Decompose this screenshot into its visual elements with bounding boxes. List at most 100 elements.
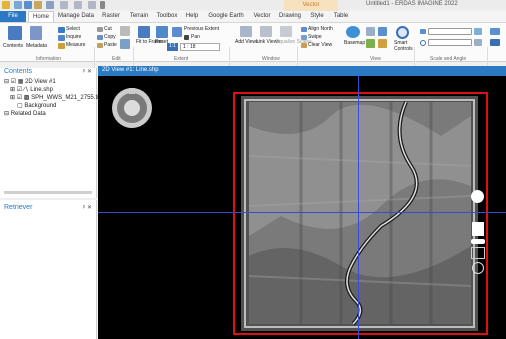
tab-drawing[interactable]: Drawing	[276, 11, 304, 22]
group-view: View	[370, 56, 381, 62]
pan-button[interactable]: Pan	[191, 34, 200, 41]
contents-panel-title: Contents	[4, 68, 33, 75]
tree-item-label: Related Data	[10, 111, 46, 117]
dropdown-icon[interactable]	[100, 1, 105, 9]
layer-icon[interactable]	[366, 39, 375, 48]
tab-style[interactable]: Style	[306, 11, 328, 22]
overflow-icon[interactable]	[490, 39, 500, 46]
crosshair-vertical	[358, 76, 359, 339]
group-extent: Extent	[174, 56, 189, 62]
contents-icon	[8, 26, 22, 40]
cut-icon	[97, 27, 103, 32]
contents-button[interactable]: Contents	[3, 43, 23, 50]
inquire-button[interactable]: Inquire	[66, 34, 81, 41]
grid-icon[interactable]	[378, 27, 387, 36]
tree-item-related-data[interactable]: ⊟ Related Data	[4, 110, 46, 117]
folder-icon[interactable]	[34, 1, 42, 9]
paste-button[interactable]: Paste	[104, 42, 117, 49]
cut-button[interactable]: Cut	[104, 26, 112, 33]
app-icon[interactable]	[2, 1, 10, 9]
zoom-icon[interactable]	[172, 27, 182, 37]
tool-icon[interactable]	[74, 1, 82, 9]
equalize-scales-icon	[280, 26, 292, 37]
tab-help[interactable]: Help	[182, 11, 202, 22]
tree-item-image-tif[interactable]: ⊞ ☑ ▩ SPH_WWS_M21_2755.tif	[10, 94, 100, 101]
select-icon	[58, 27, 65, 33]
rotate-icon	[420, 40, 426, 46]
horizontal-scrollbar[interactable]	[4, 191, 92, 194]
save-icon[interactable]	[24, 1, 32, 9]
tab-home[interactable]: Home	[28, 11, 54, 22]
tab-manage-data[interactable]: Manage Data	[56, 11, 96, 22]
contextual-tab-vector: Vector	[284, 0, 338, 11]
zoom-tool-icon[interactable]	[366, 27, 375, 36]
tree-item-line-shp[interactable]: ⊞ ☑ ∕∖ Line.shp	[10, 86, 53, 93]
zoom-bar	[471, 239, 485, 244]
angle-dropdown-icon[interactable]	[474, 39, 482, 46]
angle-slider[interactable]	[428, 39, 472, 46]
tree-item-label: 2D View #1	[25, 79, 56, 85]
crosshair-horizontal	[98, 212, 506, 213]
tab-table[interactable]: Table	[330, 11, 352, 22]
align-north-button[interactable]: Align North	[308, 26, 333, 33]
zoom-in-icon[interactable]	[471, 190, 484, 203]
align-north-icon	[301, 27, 307, 32]
cursor-icon[interactable]	[46, 1, 54, 9]
fit-to-frame-icon	[138, 26, 150, 38]
group-scale-angle: Scale and Angle	[430, 56, 467, 62]
scale-icon	[420, 29, 426, 34]
copy-button[interactable]: Copy	[104, 34, 116, 41]
navigation-wheel[interactable]	[112, 88, 152, 128]
tab-vector[interactable]: Vector	[250, 11, 274, 22]
zoom-ratio-button[interactable]: 1:1	[167, 43, 178, 51]
smart-controls-button[interactable]: Smart Controls	[394, 40, 413, 52]
tree-item-background[interactable]: ▢ Background	[17, 102, 56, 109]
swipe-button[interactable]: Swipe	[308, 34, 322, 41]
zoom-slider-thumb[interactable]	[472, 222, 484, 236]
group-edit: Edit	[112, 56, 121, 62]
basemap-button[interactable]: Basemap	[344, 40, 365, 47]
panel-pin-close-icon[interactable]: ᵖ ✕	[83, 68, 92, 75]
measure-button[interactable]: Measure	[66, 42, 85, 49]
view-tab[interactable]: 2D View #1: Line.shp	[98, 66, 506, 76]
measure-icon	[58, 43, 65, 49]
tab-google-earth[interactable]: Google Earth	[203, 11, 249, 22]
highlight-icon[interactable]	[378, 39, 387, 48]
scale-dropdown-icon[interactable]	[474, 28, 482, 35]
clear-view-button[interactable]: Clear View	[308, 42, 332, 49]
smart-controls-icon	[396, 26, 409, 39]
tree-item-2d-view[interactable]: ⊟ ☑ ▦ 2D View #1	[4, 78, 56, 85]
retriever-panel-title: Retriever	[4, 204, 33, 211]
scale-slider[interactable]	[428, 28, 472, 35]
tab-file[interactable]: File	[0, 11, 26, 22]
select-button[interactable]: Select	[66, 26, 80, 33]
tab-toolbox[interactable]: Toolbox	[153, 11, 181, 22]
metadata-button[interactable]: Metadata	[26, 43, 47, 50]
delete-icon[interactable]	[120, 26, 130, 36]
add-views-button[interactable]: Add Views	[235, 39, 259, 46]
edit-icon[interactable]	[120, 39, 130, 49]
nav-arrow-up-icon[interactable]	[129, 88, 135, 94]
pan-icon	[184, 35, 189, 40]
tool-icon[interactable]	[88, 1, 96, 9]
tab-terrain[interactable]: Terrain	[126, 11, 152, 22]
inquire-icon	[58, 35, 65, 41]
tab-raster[interactable]: Raster	[98, 11, 124, 22]
contents-panel: Contents ᵖ ✕ ⊟ ☑ ▦ 2D View #1 ⊞ ☑ ∕∖ Lin…	[0, 68, 100, 198]
tree-item-label: Line.shp	[30, 87, 53, 93]
previous-extent-button[interactable]: Previous Extent	[184, 26, 219, 33]
open-icon[interactable]	[14, 1, 22, 9]
tool-icon[interactable]	[60, 1, 68, 9]
selection-rectangle	[233, 92, 488, 335]
scale-input[interactable]: 1 : 18	[180, 43, 220, 51]
ribbon-tabs: File Home Manage Data Raster Terrain Too…	[0, 11, 506, 22]
view-title: 2D View #1: Line.shp	[102, 67, 159, 73]
swipe-icon	[301, 35, 307, 40]
overflow-icon[interactable]	[490, 28, 500, 35]
panel-pin-close-icon[interactable]: ᵖ ✕	[83, 204, 92, 211]
retriever-panel: Retriever ᵖ ✕	[0, 200, 97, 339]
nav-center-icon[interactable]	[124, 100, 140, 116]
metadata-icon	[30, 26, 42, 40]
group-information: Information	[36, 56, 62, 62]
settings-icon[interactable]	[472, 262, 484, 274]
